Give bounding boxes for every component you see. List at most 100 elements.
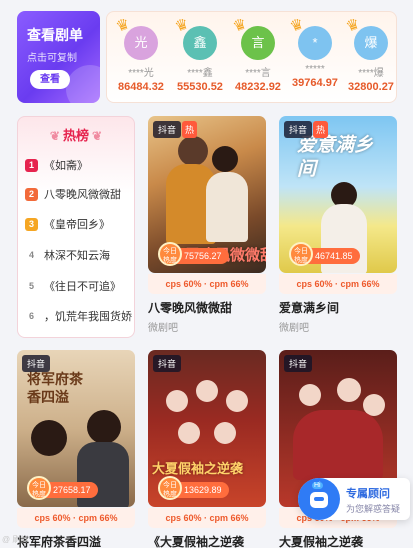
drama-title[interactable]: 《大夏假袖之逆袭 xyxy=(148,533,266,548)
view-playlist-card[interactable]: 查看剧单 点击可复制 查看 xyxy=(17,11,100,103)
cover-figure xyxy=(87,410,121,444)
cover-title-art: 爱意满乡间 xyxy=(297,135,374,180)
decorative-circle xyxy=(66,65,100,103)
commission-info: cps 60% · cpm 66% xyxy=(148,508,266,528)
hot-list-item-title: 《皇帝回乡》 xyxy=(44,219,110,231)
ranking-name: ****爆 xyxy=(358,68,384,79)
ranking-amount: 55530.52 xyxy=(177,81,223,93)
drama-cover-image[interactable]: 大夏假袖之逆袭 抖音 今日 热度 13629.89 xyxy=(148,350,266,507)
rank-number: 1 xyxy=(25,158,38,172)
heat-value: 46741.85 xyxy=(315,251,353,261)
ranking-item[interactable]: ♛ 爆 ****爆 32800.27 xyxy=(341,12,396,93)
advisor-float-button[interactable]: Hi 专属顾问 为您解惑答疑 xyxy=(298,478,410,520)
ranking-name: ****光 xyxy=(128,68,154,79)
hot-list-item[interactable]: 2 八零晚风微微甜 xyxy=(25,186,132,202)
drama-source: 微剧吧 xyxy=(148,323,178,334)
cover-figure xyxy=(214,422,236,444)
heat-value: 75756.27 xyxy=(184,251,222,261)
cover-figure xyxy=(212,146,238,172)
rank-number: 2 xyxy=(25,187,38,201)
hot-list-item[interactable]: 3 《皇帝回乡》 xyxy=(25,216,132,232)
drama-cover-image[interactable]: 爱意满乡间 抖音 热 今日 热度 46741.85 xyxy=(279,116,397,273)
ranking-amount: 86484.32 xyxy=(118,81,164,93)
commission-info: cps 60% · cpm 66% xyxy=(279,274,397,294)
ranking-amount: 32800.27 xyxy=(348,81,394,93)
heat-badge: 今日 热度 75756.27 xyxy=(158,242,229,266)
hot-list-item[interactable]: 6 ，饥荒年我囤货娇养了 xyxy=(25,308,132,324)
ranking-item[interactable]: ♛ * ***** 39764.97 xyxy=(285,12,345,89)
ranking-amount: 39764.97 xyxy=(292,77,338,89)
cover-figure xyxy=(31,420,67,456)
drama-title[interactable]: 八零晚风微微甜 xyxy=(148,299,266,316)
drama-cover-image[interactable]: 八零晚风微微甜 抖音 热 今日 热度 75756.27 xyxy=(148,116,266,273)
heat-badge: 今日 热度 13629.89 xyxy=(158,476,229,500)
rank-number: 4 xyxy=(28,249,34,260)
hot-list-item-title: 八零晚风微微甜 xyxy=(44,189,121,201)
platform-tag: 抖音 xyxy=(22,355,51,372)
watermark: @ 刷鲜 xyxy=(2,535,29,544)
rank-number: 5 xyxy=(28,280,34,291)
ranking-name: ****鑫 xyxy=(187,68,213,79)
drama-card[interactable]: 大夏假袖之逆袭 抖音 今日 热度 13629.89 cps 60% · cpm … xyxy=(148,350,266,548)
platform-tag: 抖音 xyxy=(153,355,182,372)
drama-card[interactable]: 将军府茶香四溢 抖音 今日 热度 27658.17 cps 60% · cpm … xyxy=(17,350,135,548)
view-button[interactable]: 查看 xyxy=(30,70,70,89)
top-earners-strip: ♛ 光 ****光 86484.32 ♛ 鑫 ****鑫 55530.52 ♛ … xyxy=(106,11,397,103)
promo-title: 查看剧单 xyxy=(27,27,83,43)
hot-tag: 热 xyxy=(313,121,329,138)
promo-subtitle: 点击可复制 xyxy=(27,53,77,64)
advisor-title: 专属顾问 xyxy=(346,488,390,500)
hot-list-header: ❦ 热榜 ❦ xyxy=(18,125,134,144)
platform-tag: 抖音 xyxy=(284,355,313,372)
hot-list-title: 热榜 xyxy=(62,128,89,143)
hot-tag: 热 xyxy=(182,121,198,138)
hot-list-item[interactable]: 1 《如斋》 xyxy=(25,157,132,173)
ranking-name: ****言 xyxy=(245,68,271,79)
cover-figure xyxy=(166,390,188,412)
advisor-icon: Hi xyxy=(298,478,340,520)
rank-number: 3 xyxy=(25,217,38,231)
cover-figure xyxy=(226,390,248,412)
platform-tag: 抖音 xyxy=(153,121,182,138)
ranking-name: ***** xyxy=(305,64,325,75)
drama-card[interactable]: 爱意满乡间 抖音 热 今日 热度 46741.85 cps 60% · cpm … xyxy=(279,116,397,334)
drama-source: 微剧吧 xyxy=(279,323,309,334)
heat-value: 13629.89 xyxy=(184,485,222,495)
heat-value: 27658.17 xyxy=(53,485,91,495)
drama-card[interactable]: 八零晚风微微甜 抖音 热 今日 热度 75756.27 cps 60% · cp… xyxy=(148,116,266,334)
cover-figure xyxy=(299,384,321,406)
today-heat-icon: 今日 热度 xyxy=(289,242,313,266)
drama-title[interactable]: 将军府茶香四溢 xyxy=(17,533,135,548)
hot-list-item[interactable]: 4 林深不知云海 xyxy=(25,247,132,263)
cover-title-art: 将军府茶香四溢 xyxy=(27,371,83,405)
cover-figure xyxy=(178,422,200,444)
ranking-item[interactable]: ♛ 鑫 ****鑫 55530.52 xyxy=(170,12,230,93)
robot-head-icon xyxy=(310,492,328,508)
heat-badge: 今日 热度 46741.85 xyxy=(289,242,360,266)
ranking-item[interactable]: ♛ 光 ****光 86484.32 xyxy=(111,12,171,93)
hot-list-item-title: 林深不知云海 xyxy=(44,250,110,262)
laurel-left-icon: ❦ xyxy=(49,129,60,143)
hot-list-item-title: 《如斋》 xyxy=(44,160,88,172)
hot-list-item[interactable]: 5 《往日不可追》 xyxy=(25,278,132,294)
commission-info: cps 60% · cpm 66% xyxy=(148,274,266,294)
today-heat-icon: 今日 热度 xyxy=(158,242,182,266)
drama-title[interactable]: 爱意满乡间 xyxy=(279,299,397,316)
today-heat-icon: 今日 热度 xyxy=(27,476,51,500)
ranking-item[interactable]: ♛ 言 ****言 48232.92 xyxy=(228,12,288,93)
hi-label: Hi xyxy=(312,482,323,489)
drama-cover-image[interactable]: 将军府茶香四溢 抖音 今日 热度 27658.17 xyxy=(17,350,135,507)
cover-figure xyxy=(293,410,383,480)
ranking-amount: 48232.92 xyxy=(235,81,281,93)
hot-list-item-title: ，饥荒年我囤货娇养了 xyxy=(44,311,132,323)
cover-figure xyxy=(196,380,218,402)
hot-list-item-title: 《往日不可追》 xyxy=(44,281,121,293)
hot-list-panel: ❦ 热榜 ❦ 1 《如斋》 2 八零晚风微微甜 3 《皇帝回乡》 4 林深不知云海 … xyxy=(17,116,135,338)
heat-badge: 今日 热度 27658.17 xyxy=(27,476,98,500)
cover-figure xyxy=(337,378,361,402)
rank-number: 6 xyxy=(28,310,34,321)
laurel-right-icon: ❦ xyxy=(92,129,103,143)
today-heat-icon: 今日 热度 xyxy=(158,476,182,500)
drama-title[interactable]: 大夏假袖之逆袭 xyxy=(279,533,397,548)
cover-title-art: 大夏假袖之逆袭 xyxy=(152,461,244,476)
